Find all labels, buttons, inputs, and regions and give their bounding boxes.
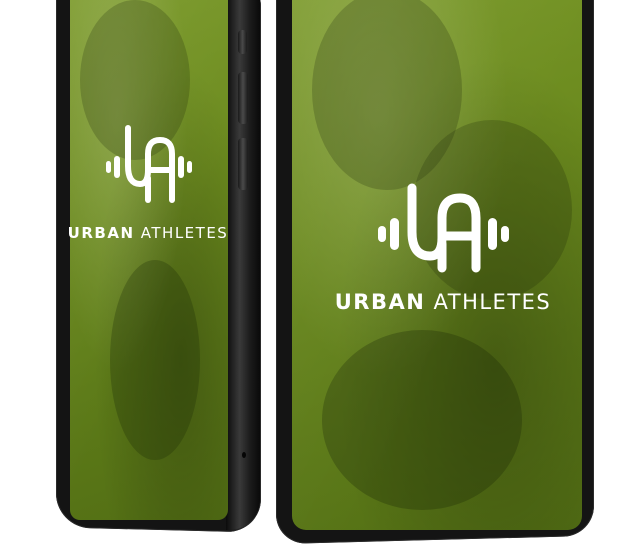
splash-logo: URBAN ATHLETES xyxy=(68,118,227,242)
splash-logo: URBAN ATHLETES xyxy=(335,178,550,314)
brand-wordmark: URBAN ATHLETES xyxy=(68,224,229,242)
screen-glare xyxy=(70,0,228,520)
ua-monogram-icon xyxy=(378,183,509,273)
phone-left-screen[interactable] xyxy=(70,0,228,520)
brand-wordmark: URBAN ATHLETES xyxy=(335,290,552,314)
ua-monogram-icon xyxy=(106,125,192,203)
volume-down-button[interactable] xyxy=(238,138,248,190)
volume-up-button[interactable] xyxy=(238,72,248,124)
brand-name-light: ATHLETES xyxy=(433,290,552,314)
side-button-small[interactable] xyxy=(238,30,247,54)
brand-name-bold: URBAN xyxy=(334,290,426,314)
side-port xyxy=(242,452,246,458)
brand-name-light: ATHLETES xyxy=(140,224,229,242)
brand-name-bold: URBAN xyxy=(67,224,135,242)
